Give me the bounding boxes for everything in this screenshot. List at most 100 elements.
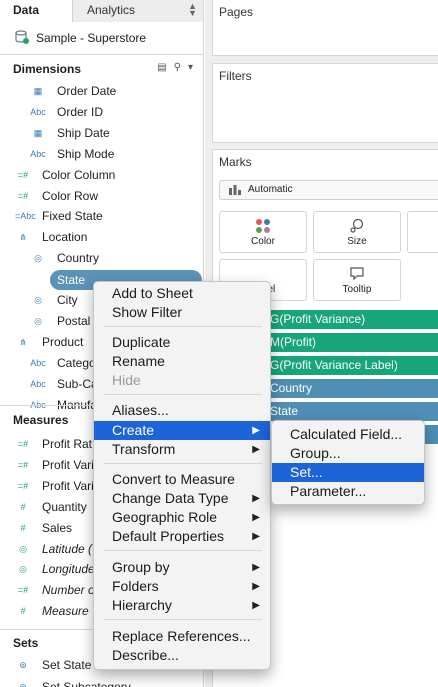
menu-item-folders[interactable]: Folders ▶ bbox=[94, 577, 270, 596]
size-icon bbox=[350, 218, 364, 233]
size-button[interactable]: Size bbox=[313, 211, 401, 253]
field-label: Set Subcategory bbox=[42, 680, 131, 687]
menu-item-describe[interactable]: Describe... bbox=[94, 646, 270, 665]
field-label: Color Row bbox=[42, 188, 99, 203]
submenu-item-parameter[interactable]: Parameter... bbox=[272, 482, 424, 501]
chevron-down-icon[interactable]: ▾ bbox=[188, 62, 193, 73]
mark-pill[interactable]: G(Profit Variance Label) bbox=[264, 356, 438, 375]
tab-analytics[interactable]: Analytics ▲ ▼ bbox=[73, 0, 203, 22]
mark-pill[interactable]: G(Profit Variance) bbox=[264, 310, 438, 329]
menu-item-add-to-sheet[interactable]: Add to Sheet bbox=[94, 284, 270, 303]
menu-item-geographic-role[interactable]: Geographic Role ▶ bbox=[94, 508, 270, 527]
field-label: Sub-Ca bbox=[57, 376, 98, 391]
field-label: Sales bbox=[42, 520, 73, 535]
tooltip-icon bbox=[350, 267, 364, 281]
menu-item-show-filter[interactable]: Show Filter bbox=[94, 303, 270, 322]
field-label: Ship Mode bbox=[57, 146, 115, 161]
mark-pill[interactable]: Country bbox=[264, 379, 438, 398]
menu-item-replace-references[interactable]: Replace References... bbox=[94, 627, 270, 646]
menu-item-change-data-type[interactable]: Change Data Type ▶ bbox=[94, 489, 270, 508]
field-label: Product bbox=[42, 334, 84, 349]
number-icon: # bbox=[20, 501, 26, 512]
field-label: Quantity bbox=[42, 499, 87, 514]
field-label: Catego bbox=[57, 355, 96, 370]
field-label: City bbox=[57, 293, 78, 307]
calc-number-icon: =# bbox=[17, 190, 29, 201]
submenu-arrow-icon: ▶ bbox=[252, 581, 260, 592]
menu-item-transform-label: Transform bbox=[112, 441, 176, 457]
submenu-item-set[interactable]: Set... bbox=[272, 463, 424, 482]
menu-item-aliases[interactable]: Aliases... bbox=[94, 401, 270, 420]
mark-type-label: Automatic bbox=[248, 184, 293, 195]
submenu-item-group[interactable]: Group... bbox=[272, 444, 424, 463]
submenu-item-calculated-field[interactable]: Calculated Field... bbox=[272, 425, 424, 444]
search-icon[interactable]: ⚲ bbox=[174, 62, 181, 73]
label-button-partial[interactable] bbox=[407, 211, 438, 253]
menu-item-rename[interactable]: Rename bbox=[94, 352, 270, 371]
submenu-arrow-icon: ▶ bbox=[252, 600, 260, 611]
field-label: Order ID bbox=[57, 104, 104, 119]
menu-item-folders-label: Folders bbox=[112, 578, 159, 594]
globe-icon: ◎ bbox=[34, 295, 42, 305]
mark-pill[interactable]: M(Profit) bbox=[264, 333, 438, 352]
tab-data[interactable]: Data bbox=[0, 0, 73, 22]
field-label: Location bbox=[42, 230, 88, 245]
pane-tabs: Data Analytics ▲ ▼ bbox=[0, 0, 203, 22]
submenu-arrow-icon: ▶ bbox=[252, 512, 260, 523]
abc-icon: Abc bbox=[30, 106, 46, 117]
submenu-arrow-icon: ▶ bbox=[252, 493, 260, 504]
menu-item-convert-to-measure[interactable]: Convert to Measure bbox=[94, 470, 270, 489]
marks-title: Marks bbox=[219, 155, 252, 169]
submenu-arrow-icon: ▶ bbox=[252, 444, 260, 455]
menu-item-group-by-label: Group by bbox=[112, 559, 170, 575]
dimensions-header: Dimensions bbox=[13, 62, 82, 76]
mark-pill[interactable]: State bbox=[264, 402, 438, 421]
menu-item-hierarchy-label: Hierarchy bbox=[112, 597, 172, 613]
context-menu: Add to Sheet Show Filter Duplicate Renam… bbox=[93, 281, 271, 670]
datasource-row[interactable]: Sample - Superstore bbox=[0, 29, 203, 49]
calc-number-icon: =# bbox=[17, 585, 29, 596]
menu-item-create[interactable]: Create ▶ bbox=[94, 421, 270, 440]
menu-item-default-properties[interactable]: Default Properties ▶ bbox=[94, 527, 270, 546]
calc-abc-icon: =Abc bbox=[15, 211, 36, 222]
number-icon: # bbox=[20, 522, 26, 533]
datasource-label: Sample - Superstore bbox=[36, 31, 147, 45]
view-list-icon[interactable]: ▤ bbox=[157, 62, 166, 73]
menu-item-transform[interactable]: Transform ▶ bbox=[94, 440, 270, 459]
menu-item-duplicate[interactable]: Duplicate bbox=[94, 333, 270, 352]
menu-separator bbox=[104, 394, 262, 395]
submenu-arrow-icon: ▶ bbox=[252, 425, 260, 436]
menu-item-hierarchy[interactable]: Hierarchy ▶ bbox=[94, 596, 270, 615]
menu-item-group-by[interactable]: Group by ▶ bbox=[94, 558, 270, 577]
menu-separator bbox=[104, 463, 262, 464]
globe-icon: ◎ bbox=[34, 253, 42, 264]
database-icon bbox=[15, 30, 29, 44]
divider bbox=[0, 54, 203, 55]
pages-shelf[interactable]: Pages bbox=[212, 0, 438, 56]
tooltip-button[interactable]: Tooltip bbox=[313, 259, 401, 301]
size-label: Size bbox=[347, 236, 367, 247]
tooltip-label: Tooltip bbox=[342, 284, 372, 295]
hierarchy-icon: ⋔ bbox=[19, 336, 27, 347]
menu-item-change-data-type-label: Change Data Type bbox=[112, 490, 229, 506]
field-label: Ship Date bbox=[57, 125, 110, 140]
globe-icon: ◎ bbox=[34, 275, 42, 285]
field-label: Profit Vari bbox=[42, 457, 94, 472]
set-icon: ⊚ bbox=[19, 660, 27, 670]
calc-number-icon: =# bbox=[17, 439, 29, 449]
create-submenu: Calculated Field... Group... Set... Para… bbox=[271, 420, 425, 505]
filters-shelf[interactable]: Filters bbox=[212, 63, 438, 143]
field-label: Set State bbox=[42, 658, 92, 672]
menu-separator bbox=[104, 550, 262, 551]
menu-item-hide: Hide bbox=[112, 372, 141, 388]
mark-type-dropdown[interactable]: Automatic bbox=[219, 180, 438, 200]
sets-header: Sets bbox=[13, 636, 39, 650]
menu-separator bbox=[104, 326, 262, 327]
menu-item-geographic-role-label: Geographic Role bbox=[112, 509, 218, 525]
tab-analytics-label: Analytics bbox=[87, 3, 136, 17]
field-label: Order Date bbox=[57, 84, 117, 98]
field-label: Profit Vari bbox=[42, 478, 94, 493]
color-button[interactable]: Color bbox=[219, 211, 307, 253]
submenu-arrow-icon: ▶ bbox=[252, 562, 260, 573]
globe-icon: ◎ bbox=[34, 315, 42, 326]
